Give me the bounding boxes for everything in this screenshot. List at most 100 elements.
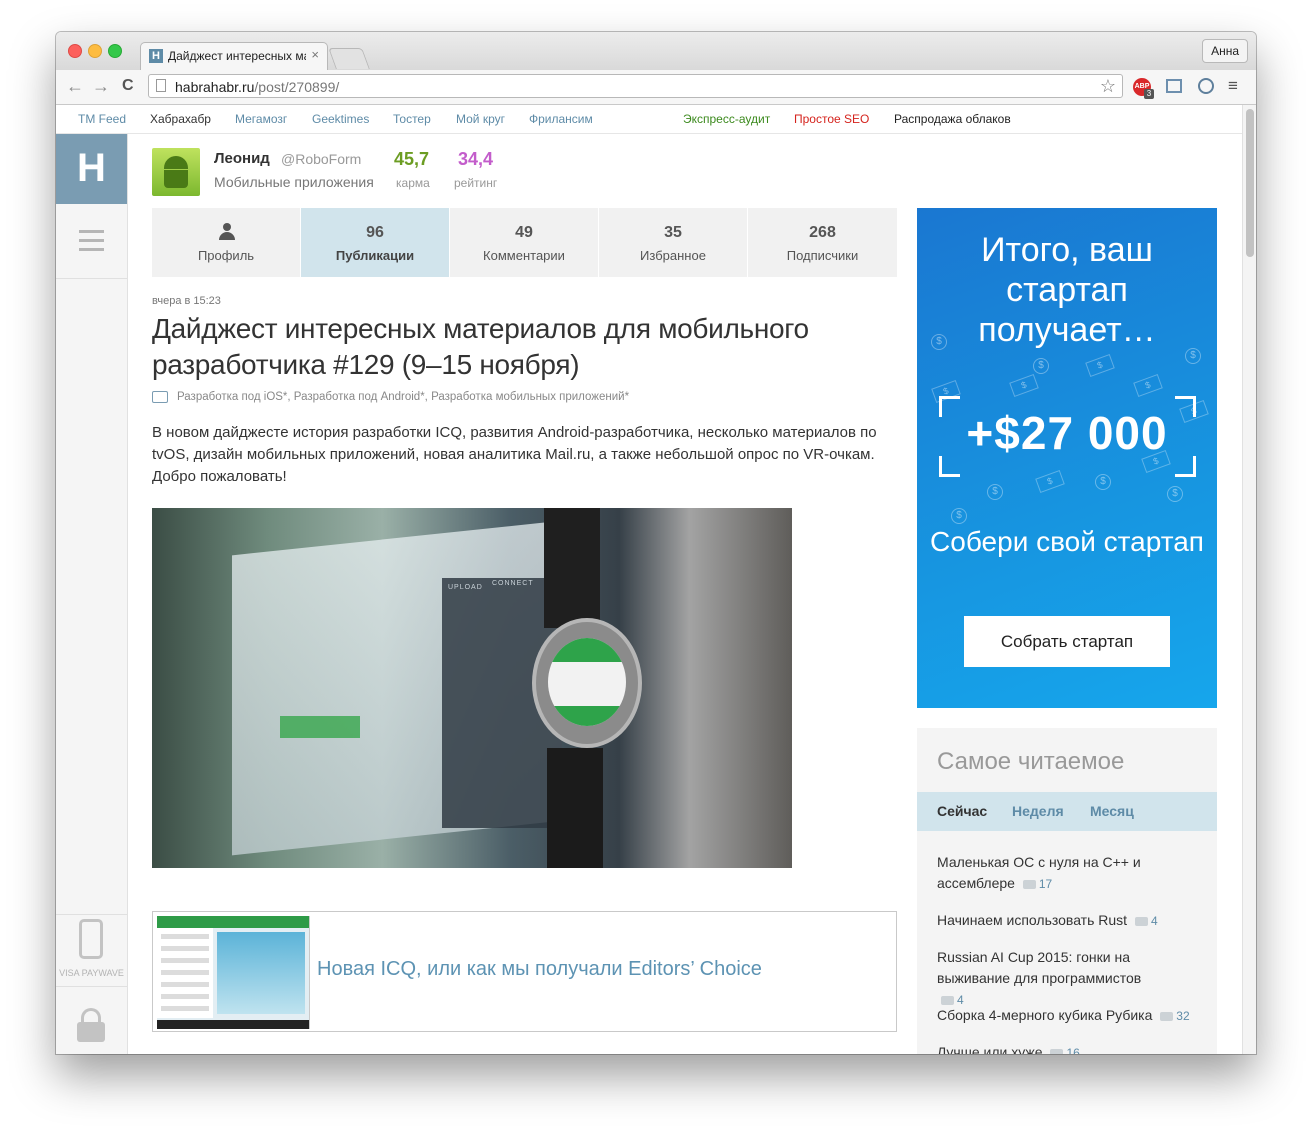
list-item[interactable]: Сборка 4-мерного кубика Рубика 32 [937, 1005, 1197, 1027]
list-item[interactable]: Начинаем использовать Rust 4 [937, 910, 1162, 932]
tab-week[interactable]: Неделя [1012, 803, 1064, 819]
image-upload-label: UPLOAD [448, 584, 483, 591]
briefcase-icon [152, 391, 168, 403]
nav-link-habrahabr[interactable]: Хабрахабр [150, 112, 211, 126]
tab-publications[interactable]: 96 Публикации [301, 208, 450, 277]
thumb-row [161, 994, 209, 999]
rating-value: 34,4 [458, 149, 494, 169]
page-icon [156, 79, 166, 92]
list-item-title[interactable]: Начинаем использовать Rust [937, 912, 1127, 928]
nav-link-geektimes[interactable]: Geektimes [312, 112, 369, 126]
most-read-tabs: Сейчас Неделя Месяц [917, 792, 1217, 831]
page-scrollbar[interactable] [1242, 105, 1256, 1054]
thumb-row [161, 934, 209, 939]
list-item[interactable]: Маленькая ОС с нуля на C++ и ассемблере … [937, 852, 1162, 895]
habr-favicon-icon: H [149, 49, 163, 63]
list-item-title[interactable]: Russian AI Cup 2015: гонки на выживание … [937, 949, 1141, 986]
comment-count: 4 [1134, 914, 1158, 928]
bill-icon: $ [1035, 470, 1065, 493]
adblock-count-badge: 3 [1144, 89, 1154, 99]
author-name[interactable]: Леонид [214, 150, 270, 167]
post-hubs[interactable]: Разработка под iOS*, Разработка под Andr… [177, 391, 629, 403]
close-window-button[interactable] [68, 44, 82, 58]
url-text[interactable]: habrahabr.ru/post/270899/ [175, 79, 339, 95]
forward-arrow-icon[interactable]: → [92, 76, 110, 96]
list-item-title[interactable]: Лучше или хуже [937, 1044, 1043, 1054]
nav-link-toster[interactable]: Тостер [393, 112, 431, 126]
tab-favorites[interactable]: 35 Избранное [599, 208, 748, 277]
browser-toolbar: ← → C habrahabr.ru/post/270899/ ☆ ABP 3 … [56, 70, 1256, 105]
most-read-title: Самое читаемое [937, 748, 1125, 775]
tab-label: Публикации [335, 248, 415, 263]
dollar-icon: $ [951, 508, 967, 524]
dollar-icon: $ [1033, 358, 1049, 374]
comment-icon [1160, 1012, 1174, 1022]
comment-count-value: 16 [1066, 1046, 1080, 1054]
paywave-label: VISA PAYWAVE [59, 968, 124, 978]
dollar-icon: $ [1185, 348, 1201, 364]
title-bar: H Дайджест интересных ма × Анна [56, 32, 1256, 70]
habr-logo[interactable]: H [56, 134, 127, 204]
bookmark-star-icon[interactable]: ☆ [1100, 76, 1116, 97]
person-head [223, 223, 231, 231]
nav-link-tm-feed[interactable]: TM Feed [78, 112, 126, 126]
tab-comments[interactable]: 49 Комментарии [450, 208, 599, 277]
author-avatar[interactable] [152, 148, 200, 196]
tab-now[interactable]: Сейчас [937, 803, 987, 819]
ad-banner[interactable]: $ $ $ $ $ $ $ $ $ $ $ $ $ $ Итого, ваш с… [917, 208, 1217, 708]
browser-tab[interactable]: H Дайджест интересных ма × [140, 42, 328, 70]
nav-link-megamozg[interactable]: Мегамозг [235, 112, 287, 126]
nav-link-freelansim[interactable]: Фрилансим [529, 112, 593, 126]
tab-subscribers[interactable]: 268 Подписчики [748, 208, 897, 277]
related-post-card[interactable]: Новая ICQ, или как мы получали Editors’ … [152, 911, 897, 1032]
list-item-title[interactable]: Сборка 4-мерного кубика Рубика [937, 1007, 1152, 1023]
comment-icon [1050, 1049, 1064, 1054]
zoom-window-button[interactable] [108, 44, 122, 58]
extension-drop-icon[interactable] [1198, 78, 1214, 94]
list-item[interactable]: Лучше или хуже 16 [937, 1042, 1162, 1054]
nav-link-moikrug[interactable]: Мой круг [456, 112, 505, 126]
list-item[interactable]: Russian AI Cup 2015: гонки на выживание … [937, 947, 1162, 1011]
related-post-title[interactable]: Новая ICQ, или как мы получали Editors’ … [317, 958, 762, 981]
ad-cta-button[interactable]: Собрать стартап [964, 616, 1170, 667]
bill-icon: $ [1133, 374, 1163, 397]
back-arrow-icon[interactable]: ← [66, 76, 84, 96]
user-profile-button[interactable]: Анна [1202, 39, 1248, 63]
thumb-row [161, 982, 209, 987]
tab-month[interactable]: Месяц [1090, 803, 1134, 819]
bill-icon: $ [1085, 354, 1115, 377]
tab-close-icon[interactable]: × [311, 47, 319, 62]
post-title[interactable]: Дайджест интересных материалов для мобил… [152, 311, 852, 383]
new-tab-button[interactable] [328, 48, 370, 69]
browser-menu-icon[interactable]: ≡ [1228, 76, 1238, 96]
thumb-list [157, 928, 213, 1018]
thumb-row [161, 958, 209, 963]
scrollbar-thumb[interactable] [1246, 109, 1254, 257]
comment-count-value: 32 [1176, 1009, 1190, 1023]
screenshot-extension-icon[interactable] [1166, 79, 1182, 93]
tab-label: Избранное [640, 248, 706, 263]
post-image: UPLOAD CONNECT [152, 508, 792, 868]
phone-icon[interactable] [79, 919, 103, 959]
tab-profile[interactable]: Профиль [152, 208, 301, 277]
ad-subline: Собери свой стартап [930, 526, 1204, 557]
author-handle[interactable]: @RoboForm [281, 151, 361, 167]
url-host: habrahabr.ru [175, 79, 255, 95]
nav-link-express-audit[interactable]: Экспресс-аудит [683, 112, 770, 126]
logo-letter: H [77, 146, 106, 190]
minimize-window-button[interactable] [88, 44, 102, 58]
rating-label: рейтинг [454, 176, 498, 190]
comment-icon [1134, 917, 1148, 927]
image-green-bar [280, 716, 360, 738]
person-body [219, 232, 235, 240]
hamburger-line [79, 239, 104, 242]
url-path: /post/270899/ [254, 79, 340, 95]
watch-face-footer [548, 706, 626, 726]
address-bar[interactable]: habrahabr.ru/post/270899/ ☆ [148, 74, 1123, 98]
image-strap [544, 508, 600, 628]
reload-icon[interactable]: C [122, 76, 134, 96]
nav-link-cloud-sale[interactable]: Распродажа облаков [894, 112, 1011, 126]
comment-count: 16 [1050, 1046, 1080, 1054]
nav-link-simple-seo[interactable]: Простое SEO [794, 112, 869, 126]
tab-count: 96 [366, 224, 384, 241]
